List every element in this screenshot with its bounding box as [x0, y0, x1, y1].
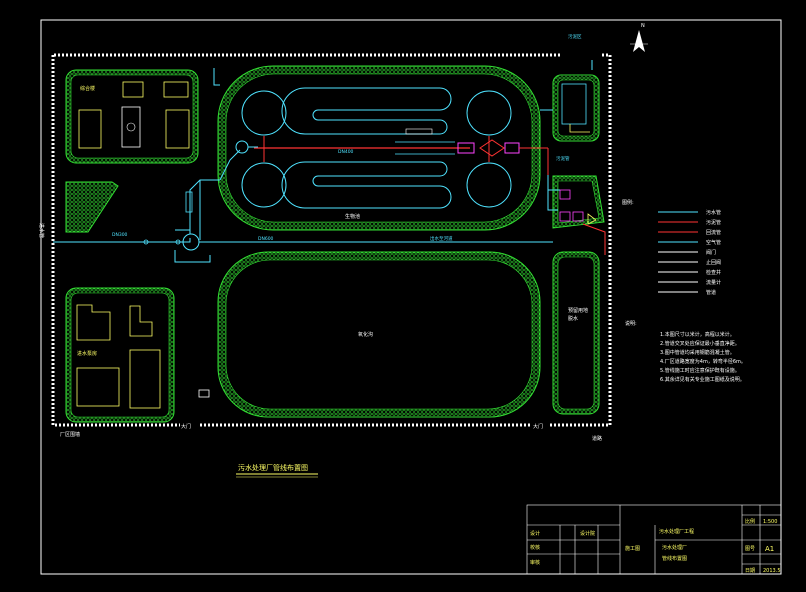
green-area — [65, 181, 119, 233]
tb-checker: 校核 — [530, 544, 540, 551]
pipe-note-2: DN300 — [112, 232, 128, 238]
tb-company: 设计院 — [580, 530, 595, 537]
north-arrow-icon: N — [630, 23, 648, 52]
sludge-pipe-label: 污泥管 — [556, 155, 570, 162]
legend-title: 图例: — [622, 199, 634, 206]
pipe-note-3: DN600 — [258, 236, 274, 242]
tb-date: 2013.5 — [763, 568, 781, 574]
note-line: 2.管道交叉处应保证最小垂直净距。 — [660, 340, 740, 347]
site-plan-drawing: N 综合楼 进水泵房 生物池 DN400 氧化沟 预留用地 脱水 大门 大门 厂… — [38, 19, 782, 575]
note-line: 6.其余详见有关专业施工图纸及说明。 — [660, 376, 745, 383]
legend: 图例: 污水管污泥管回流管空气管阀门止回阀检查井流量计管道 — [622, 199, 721, 296]
note-line: 1.本图尺寸以米计，高程以米计。 — [660, 331, 735, 338]
tb-sheet: A1 — [765, 545, 774, 553]
tb-scale-label: 比例 — [745, 518, 755, 525]
pump-room-label: 进水泵房 — [77, 350, 97, 357]
gate-box — [198, 389, 210, 398]
corner-label: 厂区围墙 — [60, 431, 80, 438]
notes: 说明: 1.本图尺寸以米计，高程以米计。 2.管道交叉处应保证最小垂直净距。 3.图… — [625, 320, 746, 383]
sludge-unit — [552, 175, 605, 229]
office-label: 综合楼 — [80, 85, 95, 92]
tb-designer: 设计 — [530, 530, 540, 537]
legend-item-label: 止回阀 — [706, 259, 721, 266]
tb-approver: 审核 — [530, 559, 540, 566]
lower-left-compound: 进水泵房 — [65, 287, 175, 423]
tb-drawing-name: 污水处理厂 — [662, 544, 687, 551]
tb-drawing-name-2: 管线布置图 — [662, 555, 687, 562]
oxidation-ditch-area: 生物池 DN400 — [217, 65, 548, 231]
road-label: 道路 — [592, 435, 602, 442]
legend-item-label: 检查井 — [706, 269, 721, 276]
title-block — [526, 504, 782, 575]
inlet-label: 进水管 — [38, 223, 45, 238]
legend-item-label: 阀门 — [706, 249, 716, 256]
legend-item-label: 管道 — [706, 289, 716, 296]
outlet-label: 出水至河道 — [430, 235, 453, 242]
note-line: 4.厂区道路宽度为4m，转弯半径6m。 — [660, 358, 746, 365]
tank-label: 氧化沟 — [358, 331, 373, 338]
tb-project: 污水处理厂工程 — [659, 528, 694, 535]
drawing-title: 污水处理厂管线布置图 — [238, 463, 308, 472]
future-label: 预留用地 — [568, 307, 588, 314]
legend-item-label: 污水管 — [706, 209, 721, 216]
sludge-label: 污泥区 — [568, 33, 582, 40]
top-right-unit — [552, 74, 600, 142]
future-label-2: 脱水 — [568, 315, 578, 322]
gate-left-label: 大门 — [181, 423, 191, 430]
legend-item-label: 回流管 — [706, 229, 721, 236]
svg-text:N: N — [641, 23, 645, 29]
tb-date-label: 日期 — [745, 568, 755, 574]
notes-title: 说明: — [625, 320, 637, 327]
reserved-area: 预留用地 脱水 — [552, 251, 600, 415]
gate-right-label: 大门 — [533, 423, 543, 430]
office-compound: 综合楼 — [65, 69, 199, 164]
large-tank-area: 氧化沟 — [217, 251, 541, 418]
aeration-label: 生物池 — [345, 213, 360, 220]
pipe-note: DN400 — [338, 149, 354, 155]
tb-scale: 1:500 — [763, 519, 777, 525]
tb-phase: 施工图 — [625, 545, 640, 552]
note-line: 5.管线施工时应注意保护既有设施。 — [660, 367, 740, 374]
legend-item-label: 污泥管 — [706, 219, 721, 226]
tb-sheet-label: 图号 — [745, 546, 755, 552]
legend-item-label: 流量计 — [706, 279, 721, 286]
note-line: 3.图中管道均采用钢筋混凝土管。 — [660, 349, 735, 356]
legend-item-label: 空气管 — [706, 239, 721, 246]
